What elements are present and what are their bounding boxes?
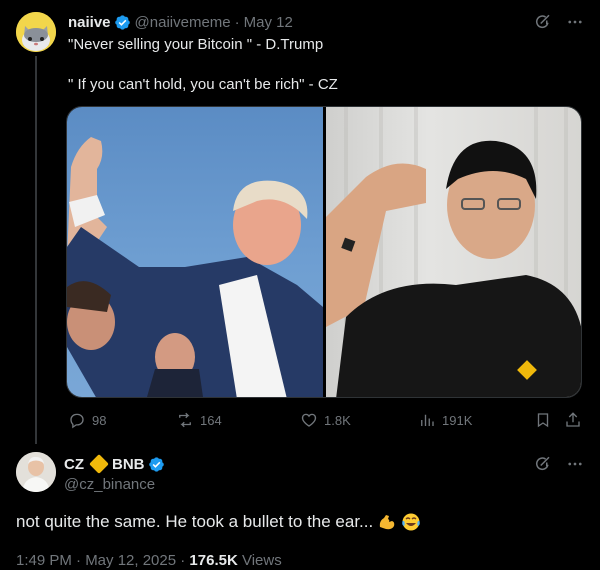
reply-views-count: 176.5K (189, 552, 238, 569)
more-icon[interactable] (566, 455, 584, 473)
verified-badge-icon (148, 456, 164, 472)
separator-dot: · (234, 13, 240, 31)
bookmark-icon (537, 413, 549, 428)
like-count: 1.8K (324, 412, 351, 428)
tweet-text: "Never selling your Bitcoin " - D.Trump … (68, 35, 338, 95)
flexed-biceps-emoji (380, 515, 395, 530)
reply-text: not quite the same. He took a bullet to … (16, 512, 374, 531)
reply-header: CZ BNB (64, 454, 584, 474)
grok-icon[interactable] (534, 455, 552, 473)
main-tweet[interactable]: naiive @naiivememe · May 12 "Never selli… (0, 0, 600, 444)
photo-raised-fist-right[interactable] (326, 107, 581, 397)
reply-timestamp[interactable]: 1:49 PM · May 12, 2025 · (16, 552, 189, 569)
reply-tweet[interactable]: CZ BNB @cz_binance not quite the same. H… (0, 440, 600, 570)
more-icon[interactable] (566, 13, 584, 31)
repost-button[interactable]: 164 (176, 410, 222, 430)
bnb-diamond-icon (89, 454, 109, 474)
reply-author-name-left[interactable]: CZ (64, 456, 84, 473)
grok-icon[interactable] (534, 13, 552, 31)
tweet-date[interactable]: May 12 (244, 14, 293, 31)
author-name[interactable]: naiive (68, 14, 111, 31)
repost-icon (179, 412, 191, 428)
avatar-cz[interactable] (16, 452, 56, 492)
reply-author-handle[interactable]: @cz_binance (64, 476, 155, 493)
like-icon (301, 413, 317, 427)
author-handle[interactable]: @naiivememe (135, 14, 231, 31)
bookmark-button[interactable] (534, 410, 552, 430)
tweet-text-line-2: " If you can't hold, you can't be rich" … (68, 76, 338, 93)
reply-button[interactable]: 98 (68, 410, 106, 430)
reply-meta: 1:49 PM · May 12, 2025 · 176.5K Views (16, 552, 282, 569)
tweet-header: naiive @naiivememe · May 12 (68, 12, 584, 32)
views-button[interactable]: 191K (418, 410, 472, 430)
thread-connector-line (35, 56, 37, 444)
avatar-naiive[interactable] (16, 12, 56, 52)
tweet-media[interactable] (66, 106, 582, 398)
tweet-text-line-1: "Never selling your Bitcoin " - D.Trump (68, 36, 324, 53)
verified-badge-icon (114, 14, 130, 30)
tears-of-joy-emoji (402, 513, 421, 531)
reply-text-row: not quite the same. He took a bullet to … (16, 512, 421, 532)
reply-author-name-right[interactable]: BNB (112, 456, 145, 473)
reply-icon (70, 413, 84, 429)
share-icon (566, 412, 580, 427)
views-count: 191K (442, 412, 473, 428)
views-icon (421, 414, 434, 426)
share-button[interactable] (564, 410, 582, 430)
repost-count: 164 (200, 412, 222, 428)
reply-views-label: Views (237, 552, 282, 569)
tweet-actions-bar: 98 164 1.8K 191K (68, 410, 584, 430)
photo-raised-fist-left[interactable] (67, 107, 323, 397)
like-button[interactable]: 1.8K (300, 410, 351, 430)
reply-count: 98 (92, 412, 107, 428)
